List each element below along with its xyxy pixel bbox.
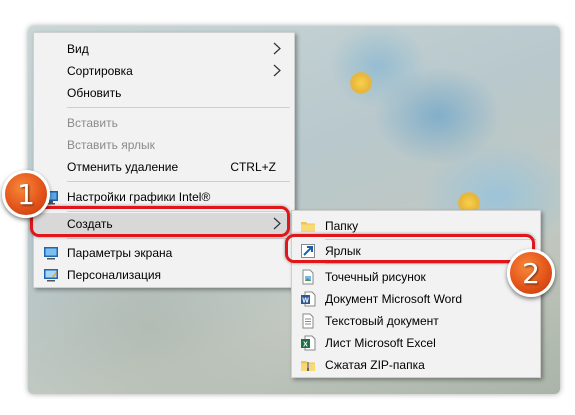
menu-separator xyxy=(67,238,290,239)
menu-item-paste-shortcut[interactable]: Вставить ярлык xyxy=(34,134,294,155)
chevron-right-icon xyxy=(273,64,281,77)
menu-item-undo-delete[interactable]: Отменить удаление CTRL+Z xyxy=(34,156,294,177)
submenu-item-word-document[interactable]: W Документ Microsoft Word xyxy=(292,288,540,309)
svg-text:X: X xyxy=(303,342,308,349)
menu-item-display-settings[interactable]: Параметры экрана xyxy=(34,242,294,263)
highlight-create-item xyxy=(30,206,290,237)
submenu-item-zip-folder[interactable]: Сжатая ZIP-папка xyxy=(292,354,540,375)
menu-item-refresh[interactable]: Обновить xyxy=(34,82,294,103)
svg-text:W: W xyxy=(302,298,309,305)
menu-item-paste[interactable]: Вставить xyxy=(34,112,294,133)
menu-item-view[interactable]: Вид xyxy=(34,38,294,59)
highlight-shortcut-item xyxy=(285,234,535,263)
menu-separator xyxy=(67,181,290,182)
submenu-item-text-document[interactable]: Текстовый документ xyxy=(292,310,540,331)
shortcut-label: CTRL+Z xyxy=(230,159,276,174)
submenu-item-bitmap[interactable]: Точечный рисунок xyxy=(292,266,540,287)
word-document-icon: W xyxy=(301,291,316,307)
menu-separator xyxy=(325,263,536,264)
menu-item-personalization[interactable]: Персонализация xyxy=(34,264,294,285)
flower-center xyxy=(350,72,372,94)
personalization-icon xyxy=(44,269,58,282)
menu-separator xyxy=(67,107,290,108)
step-badge-1: 1 xyxy=(2,170,50,218)
zip-folder-icon xyxy=(301,361,315,371)
menu-item-sort[interactable]: Сортировка xyxy=(34,60,294,81)
step-badge-2: 2 xyxy=(507,249,555,297)
bitmap-image-icon xyxy=(302,269,314,285)
text-document-icon xyxy=(302,313,314,329)
excel-sheet-icon: X xyxy=(301,335,316,351)
folder-icon xyxy=(301,222,315,232)
display-settings-icon xyxy=(44,247,58,260)
submenu-item-folder[interactable]: Папку xyxy=(292,215,540,236)
desktop-context-menu: Вид Сортировка Обновить Вставить Вставит… xyxy=(33,32,295,288)
menu-item-intel-graphics[interactable]: Настройки графики Intel® xyxy=(34,186,294,207)
submenu-item-excel-sheet[interactable]: X Лист Microsoft Excel xyxy=(292,332,540,353)
chevron-right-icon xyxy=(273,42,281,55)
